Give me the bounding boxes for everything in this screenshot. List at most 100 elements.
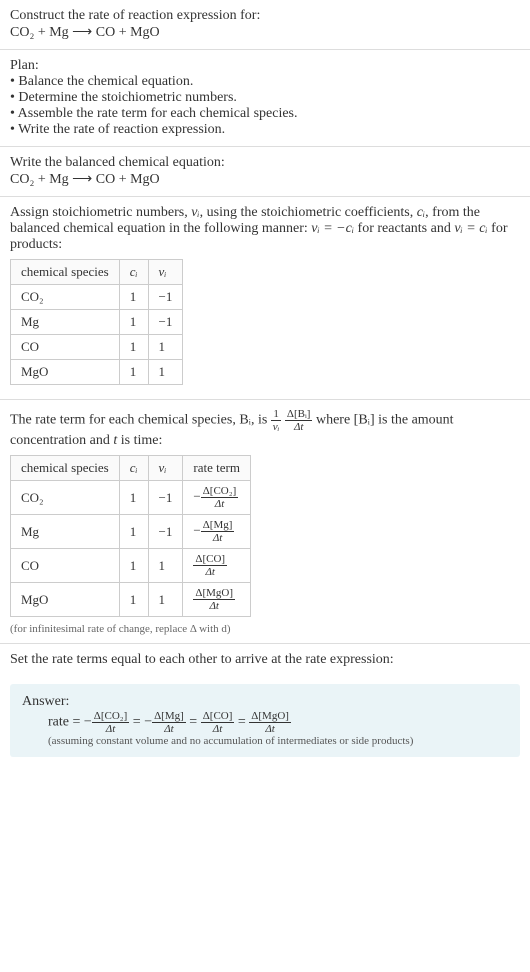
numerator: Δ[CO]	[193, 553, 227, 566]
denominator: Δt	[193, 566, 227, 578]
cell-ci: 1	[119, 583, 148, 617]
text: is time:	[117, 433, 162, 448]
denominator: Δt	[152, 723, 186, 735]
equals: =	[133, 715, 144, 730]
answer-box: Answer: rate = −Δ[CO₂]Δt = −Δ[Mg]Δt = Δ[…	[10, 684, 520, 757]
equals: =	[189, 715, 200, 730]
fraction: Δ[CO₂]Δt	[92, 710, 130, 735]
col-ci: cᵢ	[119, 456, 148, 481]
stoich-text: Assign stoichiometric numbers, νᵢ, using…	[10, 205, 520, 253]
cell-nu: −1	[148, 285, 183, 310]
fraction: Δ[MgO]Δt	[249, 710, 291, 735]
cell-ci: 1	[119, 549, 148, 583]
cell-nu: 1	[148, 360, 183, 385]
denominator: Δt	[201, 723, 235, 735]
rateterm-note: (for infinitesimal rate of change, repla…	[10, 623, 520, 635]
col-rateterm: rate term	[183, 456, 251, 481]
cell-nu: −1	[148, 310, 183, 335]
numerator: Δ[CO₂]	[92, 710, 130, 723]
fraction: Δ[Bᵢ]Δt	[285, 408, 313, 433]
table-row: CO₂ 1 −1	[11, 285, 183, 310]
denominator: Δt	[285, 421, 313, 433]
cell-nu: −1	[148, 515, 183, 549]
col-nu: νᵢ	[148, 456, 183, 481]
cell-species: CO₂	[11, 285, 120, 310]
denominator: Δt	[201, 498, 239, 510]
final-section: Set the rate terms equal to each other t…	[0, 644, 530, 676]
fraction: Δ[CO]Δt	[193, 553, 227, 578]
neg-sign: −	[144, 715, 152, 730]
cell-species: CO	[11, 549, 120, 583]
text: Assign stoichiometric numbers,	[10, 205, 191, 220]
cell-species: MgO	[11, 360, 120, 385]
cell-species: CO	[11, 335, 120, 360]
cell-nu: 1	[148, 549, 183, 583]
rateterm-text: The rate term for each chemical species,…	[10, 408, 520, 449]
answer-label: Answer:	[22, 694, 508, 710]
denominator: Δt	[193, 600, 235, 612]
cell-species: Mg	[11, 515, 120, 549]
denominator: Δt	[201, 532, 235, 544]
neg-sign: −	[193, 488, 200, 503]
balanced-head: Write the balanced chemical equation:	[10, 155, 520, 171]
col-species: chemical species	[11, 456, 120, 481]
relation: νᵢ = −cᵢ	[311, 221, 354, 236]
stoich-table: chemical species cᵢ νᵢ CO₂ 1 −1 Mg 1 −1 …	[10, 259, 183, 385]
cell-ci: 1	[119, 515, 148, 549]
plan-bullet: • Write the rate of reaction expression.	[10, 122, 520, 138]
cell-species: CO₂	[11, 481, 120, 515]
text: The rate term for each chemical species,…	[10, 413, 271, 428]
stoich-section: Assign stoichiometric numbers, νᵢ, using…	[0, 197, 530, 400]
col-species: chemical species	[11, 260, 120, 285]
cell-ci: 1	[119, 310, 148, 335]
denominator: Δt	[249, 723, 291, 735]
intro-line: Construct the rate of reaction expressio…	[10, 8, 520, 24]
final-head: Set the rate terms equal to each other t…	[10, 652, 520, 668]
cell-rateterm: Δ[CO]Δt	[183, 549, 251, 583]
table-row: Mg 1 −1	[11, 310, 183, 335]
rateterm-table: chemical species cᵢ νᵢ rate term CO₂ 1 −…	[10, 455, 251, 617]
numerator: Δ[MgO]	[249, 710, 291, 723]
fraction: Δ[Mg]Δt	[152, 710, 186, 735]
nu-symbol: νᵢ	[191, 205, 199, 220]
relation: νᵢ = cᵢ	[454, 221, 487, 236]
plan-bullet: • Balance the chemical equation.	[10, 74, 520, 90]
balanced-section: Write the balanced chemical equation: CO…	[0, 147, 530, 197]
cell-species: Mg	[11, 310, 120, 335]
col-ci: cᵢ	[119, 260, 148, 285]
fraction: Δ[MgO]Δt	[193, 587, 235, 612]
cell-species: MgO	[11, 583, 120, 617]
fraction: 1νᵢ	[271, 408, 282, 433]
cell-ci: 1	[119, 360, 148, 385]
numerator: 1	[271, 408, 282, 421]
plan-bullet: • Assemble the rate term for each chemic…	[10, 106, 520, 122]
table-row: CO 1 1 Δ[CO]Δt	[11, 549, 251, 583]
table-row: Mg 1 −1 −Δ[Mg]Δt	[11, 515, 251, 549]
cell-rateterm: −Δ[CO₂]Δt	[183, 481, 251, 515]
cell-ci: 1	[119, 285, 148, 310]
intro-equation: CO₂ + Mg ⟶ CO + MgO	[10, 24, 520, 41]
ci-symbol: cᵢ	[417, 205, 425, 220]
denominator: Δt	[92, 723, 130, 735]
cell-ci: 1	[119, 335, 148, 360]
text: for reactants and	[354, 221, 454, 236]
rateterm-section: The rate term for each chemical species,…	[0, 400, 530, 644]
intro-section: Construct the rate of reaction expressio…	[0, 0, 530, 50]
neg-sign: −	[84, 715, 92, 730]
plan-bullet: • Determine the stoichiometric numbers.	[10, 90, 520, 106]
answer-expression: rate = −Δ[CO₂]Δt = −Δ[Mg]Δt = Δ[CO]Δt = …	[22, 710, 508, 735]
balanced-equation: CO₂ + Mg ⟶ CO + MgO	[10, 171, 520, 188]
cell-rateterm: −Δ[Mg]Δt	[183, 515, 251, 549]
rate-prefix: rate =	[48, 715, 84, 730]
cell-nu: 1	[148, 583, 183, 617]
cell-nu: 1	[148, 335, 183, 360]
fraction: Δ[CO]Δt	[201, 710, 235, 735]
numerator: Δ[CO₂]	[201, 485, 239, 498]
fraction: Δ[Mg]Δt	[201, 519, 235, 544]
plan-head: Plan:	[10, 58, 520, 74]
numerator: Δ[CO]	[201, 710, 235, 723]
fraction: Δ[CO₂]Δt	[201, 485, 239, 510]
denominator: νᵢ	[271, 421, 282, 433]
col-nu: νᵢ	[148, 260, 183, 285]
cell-nu: −1	[148, 481, 183, 515]
